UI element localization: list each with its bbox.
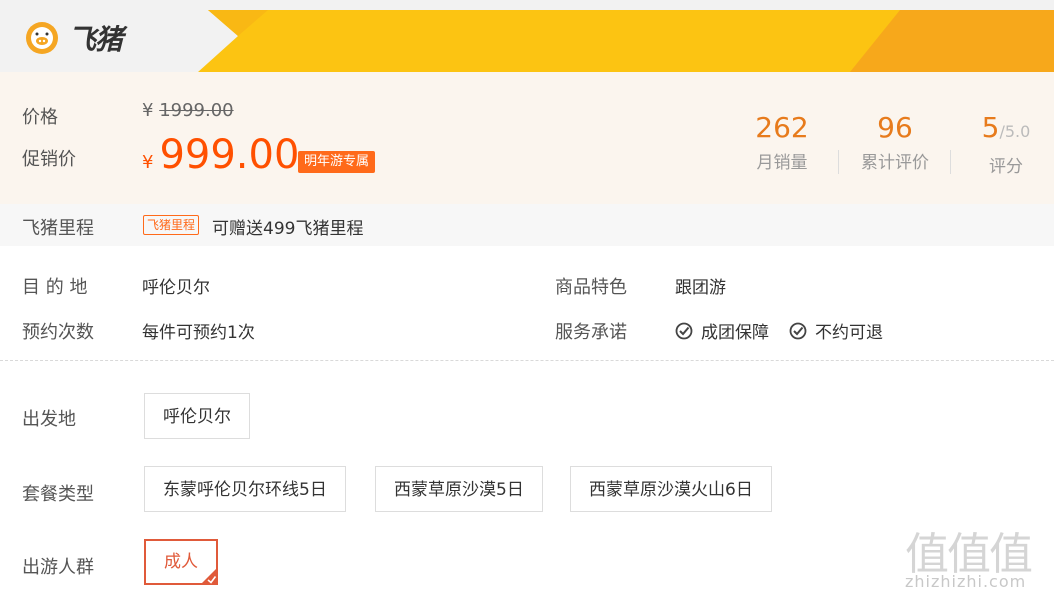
- promo-price-label: 促销价: [22, 149, 76, 170]
- check-circle-icon: [675, 322, 693, 339]
- crowd-option-selected[interactable]: 成人: [144, 539, 218, 585]
- promo-price-value: 999.00: [159, 132, 300, 178]
- service-label: 服务承诺: [555, 322, 627, 343]
- stat-label: 累计评价: [861, 153, 929, 173]
- header-banner: [198, 10, 1054, 72]
- crowd-label: 出游人群: [22, 557, 94, 578]
- feature-value: 跟团游: [675, 278, 726, 298]
- stat-label: 月销量: [756, 153, 808, 173]
- crowd-option-label: 成人: [164, 552, 198, 572]
- promo-tag: 明年游专属: [298, 151, 376, 173]
- rating-value: 5: [981, 111, 1000, 144]
- header: 飞猪: [0, 0, 1054, 72]
- mileage-tag: 飞猪里程: [143, 215, 200, 235]
- stat-value: 96: [877, 111, 913, 144]
- booking-value: 每件可预约1次: [142, 323, 255, 343]
- stat-value: 5/5.0: [972, 112, 1040, 148]
- selected-check-icon: [201, 568, 217, 584]
- stat-divider: [950, 150, 951, 174]
- fliggy-logo[interactable]: 飞猪: [20, 20, 123, 56]
- service-item: 成团保障: [701, 323, 769, 343]
- package-option[interactable]: 西蒙草原沙漠火山6日: [570, 466, 772, 512]
- section-divider: [0, 360, 1054, 361]
- mileage-text: 可赠送499飞猪里程: [212, 219, 364, 239]
- package-option[interactable]: 西蒙草原沙漠5日: [375, 466, 543, 512]
- destination-value: 呼伦贝尔: [142, 278, 210, 298]
- service-item: 不约可退: [815, 323, 883, 343]
- original-currency: ¥: [142, 100, 154, 121]
- stat-value: 262: [755, 111, 809, 144]
- pig-logo-icon: [26, 22, 58, 54]
- feature-label: 商品特色: [555, 277, 627, 298]
- departure-option[interactable]: 呼伦贝尔: [144, 393, 250, 439]
- service-refund[interactable]: 不约可退: [789, 318, 883, 343]
- stat-rating: 5/5.0 评分: [972, 112, 1040, 178]
- stat-reviews[interactable]: 96 累计评价: [852, 111, 938, 174]
- promo-currency: ¥: [142, 152, 154, 173]
- original-price: ¥ 1999.00: [142, 100, 234, 121]
- watermark-url: zhizhizhi.com: [905, 572, 1027, 591]
- departure-label: 出发地: [22, 409, 76, 430]
- package-option[interactable]: 东蒙呼伦贝尔环线5日: [144, 466, 346, 512]
- package-label: 套餐类型: [22, 484, 94, 505]
- original-price-value: 1999.00: [159, 100, 234, 121]
- promo-price: ¥ 999.00: [142, 132, 299, 178]
- check-circle-icon: [789, 322, 807, 339]
- price-label: 价格: [22, 107, 58, 128]
- stat-divider: [838, 150, 839, 174]
- booking-label: 预约次数: [22, 322, 94, 343]
- stat-monthly-sales: 262 月销量: [742, 111, 822, 174]
- stat-label: 评分: [989, 157, 1023, 177]
- logo-text: 飞猪: [68, 23, 123, 56]
- destination-label: 目 的 地: [22, 277, 88, 298]
- service-group-guarantee[interactable]: 成团保障: [675, 318, 769, 343]
- mileage-label: 飞猪里程: [22, 218, 94, 239]
- rating-max: /5.0: [999, 122, 1031, 141]
